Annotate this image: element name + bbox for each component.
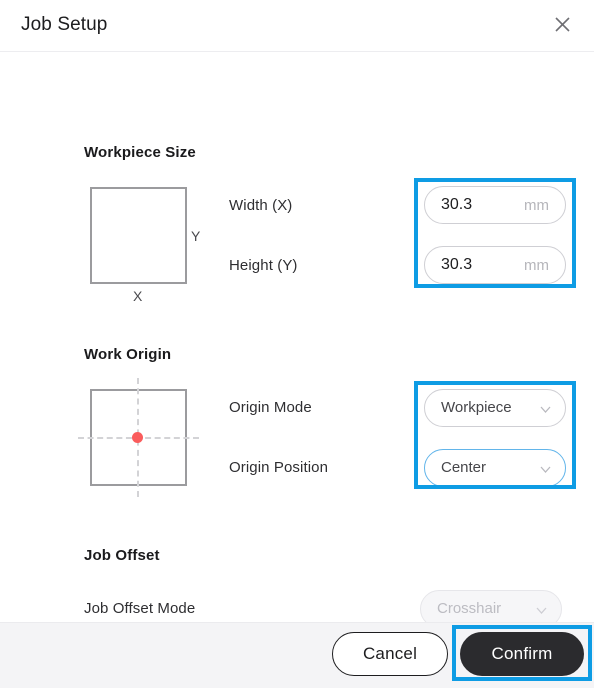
height-input[interactable]: 30.3 mm: [424, 246, 566, 284]
height-input-unit: mm: [524, 257, 549, 274]
origin-mode-label: Origin Mode: [229, 399, 312, 416]
dialog-title: Job Setup: [21, 14, 108, 35]
work-origin-point: [132, 432, 143, 443]
origin-position-value: Center: [441, 459, 487, 476]
dialog-body: Workpiece Size X Y Width (X) Height (Y) …: [0, 52, 594, 628]
workpiece-diagram-y-label: Y: [191, 228, 201, 244]
dialog-header: Job Setup: [0, 0, 594, 52]
chevron-down-icon: [539, 403, 552, 416]
height-input-value: 30.3: [441, 256, 473, 273]
section-title-job-offset: Job Offset: [84, 547, 160, 564]
job-setup-dialog: Job Setup Workpiece Size X Y Width (X) H…: [0, 0, 594, 688]
job-offset-mode-label: Job Offset Mode: [84, 600, 196, 617]
width-input[interactable]: 30.3 mm: [424, 186, 566, 224]
origin-mode-value: Workpiece: [441, 399, 512, 416]
chevron-down-icon: [535, 604, 548, 617]
width-input-unit: mm: [524, 197, 549, 214]
origin-mode-select[interactable]: Workpiece: [424, 389, 566, 427]
origin-position-label: Origin Position: [229, 459, 329, 476]
width-input-value: 30.3: [441, 196, 473, 213]
origin-position-select[interactable]: Center: [424, 449, 566, 487]
section-title-workpiece-size: Workpiece Size: [84, 144, 196, 161]
workpiece-size-diagram: [90, 187, 187, 284]
dialog-footer: Cancel Confirm: [0, 622, 594, 688]
cancel-button[interactable]: Cancel: [332, 632, 448, 676]
confirm-button[interactable]: Confirm: [460, 632, 584, 676]
job-offset-mode-value: Crosshair: [437, 600, 502, 617]
close-icon[interactable]: [544, 6, 580, 42]
section-title-work-origin: Work Origin: [84, 346, 172, 363]
height-label: Height (Y): [229, 257, 298, 274]
chevron-down-icon: [539, 463, 552, 476]
workpiece-diagram-x-label: X: [133, 288, 143, 304]
width-label: Width (X): [229, 197, 293, 214]
